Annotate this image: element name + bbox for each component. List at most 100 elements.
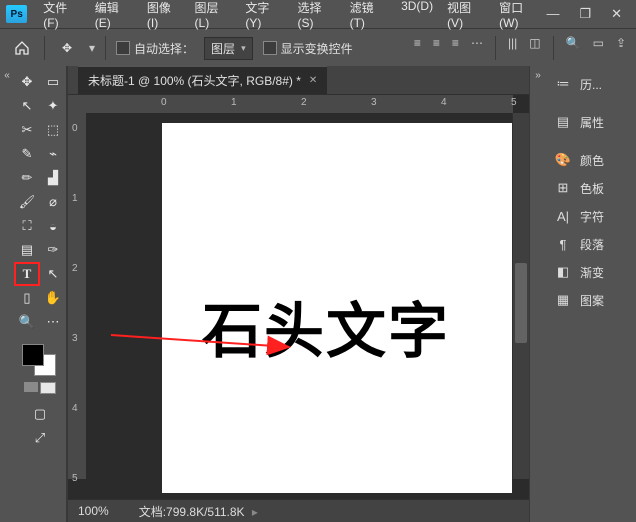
ruler-h-tick: 5	[511, 97, 517, 108]
tool-direct-select[interactable]: ↖	[42, 264, 64, 284]
auto-select-kind-dropdown[interactable]: 图层 ▾	[204, 37, 253, 60]
canvas-text-layer[interactable]: 石头文字	[202, 283, 450, 370]
menu-view[interactable]: 视图(V)	[441, 0, 491, 34]
status-chevron-icon[interactable]: ▸	[252, 505, 258, 519]
tool-magic-wand[interactable]: ✦	[42, 96, 64, 116]
tool-pen[interactable]: ▤	[16, 240, 38, 260]
left-gutter-expand-icon[interactable]: «	[0, 66, 14, 522]
close-tab-icon[interactable]: ✕	[309, 75, 317, 86]
panel-gradient[interactable]: ◧ 渐变	[546, 258, 636, 286]
panel-label: 色板	[580, 180, 604, 197]
menu-image[interactable]: 图像(I)	[141, 0, 187, 34]
tool-frame[interactable]: ⬚	[42, 120, 64, 140]
3d-icon[interactable]: ◫	[529, 36, 540, 60]
zoom-level[interactable]: 100%	[78, 504, 109, 518]
tool-gradient[interactable]: ⛶	[16, 216, 38, 236]
panel-collapse-icon[interactable]: »	[530, 66, 546, 522]
align-bottom-icon[interactable]: ≡	[452, 36, 459, 60]
distribute-h-icon[interactable]: |||	[508, 36, 517, 60]
move-tool-indicator-icon[interactable]: ✥	[55, 36, 79, 60]
menu-filter[interactable]: 滤镜(T)	[344, 0, 393, 34]
ruler-h-tick: 2	[301, 97, 307, 108]
tool-move[interactable]: ✥	[16, 72, 38, 92]
scrollbar-thumb[interactable]	[515, 263, 527, 343]
doc-window-icon[interactable]: ▭	[593, 36, 604, 60]
menu-edit[interactable]: 编辑(E)	[89, 0, 139, 34]
panel-color[interactable]: 🎨 颜色	[546, 146, 636, 174]
panel-dock: ≔ 历... ▤ 属性 🎨 颜色 ⊞ 色板 A| 字符 ¶	[546, 66, 636, 522]
tool-shape[interactable]: ▯	[16, 288, 38, 308]
tool-dodge[interactable]: ◒	[42, 216, 64, 236]
panel-character[interactable]: A| 字符	[546, 202, 636, 230]
tool-crop[interactable]: ✂	[16, 120, 38, 140]
panel-pattern[interactable]: ▦ 图案	[546, 286, 636, 314]
menu-type[interactable]: 文字(Y)	[239, 0, 289, 34]
auto-select-checkbox[interactable]: 自动选择：	[116, 40, 194, 57]
tool-type[interactable]: T	[16, 264, 38, 284]
panel-label: 段落	[580, 236, 604, 253]
tool-pencil[interactable]: ✏	[16, 168, 38, 188]
window-restore-icon[interactable]: ❐	[579, 6, 591, 22]
ruler-vertical: 0 1 2 3 4 5	[68, 113, 86, 479]
document-canvas[interactable]: 石头文字	[162, 123, 512, 493]
history-icon: ≔	[554, 77, 572, 91]
tool-lasso[interactable]: ↖	[16, 96, 38, 116]
show-transform-checkbox[interactable]: 显示变换控件	[263, 40, 353, 57]
auto-select-label: 自动选择：	[134, 40, 194, 57]
menu-layer[interactable]: 图层(L)	[189, 0, 238, 34]
menu-file[interactable]: 文件(F)	[37, 0, 86, 34]
change-screen-mode[interactable]: ▢	[29, 404, 51, 424]
foreground-color[interactable]	[22, 344, 44, 366]
properties-icon: ▤	[554, 115, 572, 129]
character-icon: A|	[554, 209, 572, 223]
tool-path[interactable]: ✑	[42, 240, 64, 260]
share-icon[interactable]: ⇪	[616, 36, 626, 60]
chevron-down-icon: ▾	[241, 43, 246, 54]
tool-eraser[interactable]: ⌀	[42, 192, 64, 212]
tool-healing[interactable]: ⌁	[42, 144, 64, 164]
ruler-h-tick: 4	[441, 97, 447, 108]
app-badge: Ps	[6, 5, 27, 23]
home-icon[interactable]	[10, 36, 34, 60]
toolbox-more[interactable]: ⤢	[29, 428, 51, 448]
show-transform-label: 显示变换控件	[281, 40, 353, 57]
ruler-horizontal: 0 1 2 3 4 5	[86, 95, 513, 113]
panel-label: 渐变	[580, 264, 604, 281]
window-close-icon[interactable]: ✕	[611, 6, 622, 22]
tool-zoom[interactable]: 🔍	[16, 312, 38, 332]
color-icon: 🎨	[554, 153, 572, 167]
document-tab[interactable]: 未标题-1 @ 100% (石头文字, RGB/8#) * ✕	[78, 66, 327, 94]
color-swatches[interactable]	[16, 342, 64, 378]
align-middle-icon[interactable]: ≡	[433, 36, 440, 60]
tool-eyedropper[interactable]: ✎	[16, 144, 38, 164]
tool-brush[interactable]: 🖌	[16, 192, 38, 212]
dropdown-value: 图层	[211, 40, 235, 57]
tool-artboard[interactable]: ▭	[42, 72, 64, 92]
tool-edit-toolbar[interactable]: ⋯	[42, 312, 64, 332]
menu-3d[interactable]: 3D(D)	[395, 0, 439, 34]
paragraph-icon: ¶	[554, 237, 572, 251]
panel-label: 颜色	[580, 152, 604, 169]
more-icon[interactable]: ⋯	[471, 36, 483, 60]
menu-window[interactable]: 窗口(W)	[493, 0, 546, 34]
vertical-scrollbar[interactable]	[512, 113, 529, 479]
panel-paragraph[interactable]: ¶ 段落	[546, 230, 636, 258]
tool-hand[interactable]: ✋	[42, 288, 64, 308]
panel-properties[interactable]: ▤ 属性	[546, 108, 636, 136]
ruler-v-tick: 1	[72, 193, 78, 204]
swatches-icon: ⊞	[554, 181, 572, 195]
tool-clone[interactable]: ▟	[42, 168, 64, 188]
quickmask-icon[interactable]	[24, 382, 38, 392]
document-tab-title: 未标题-1 @ 100% (石头文字, RGB/8#) *	[88, 72, 301, 89]
ruler-h-tick: 0	[161, 97, 167, 108]
panel-history[interactable]: ≔ 历...	[546, 70, 636, 98]
menu-select[interactable]: 选择(S)	[291, 0, 341, 34]
ruler-h-tick: 1	[231, 97, 237, 108]
ruler-v-tick: 0	[72, 123, 78, 134]
window-minimize-icon[interactable]: —	[546, 6, 559, 22]
align-top-icon[interactable]: ≡	[414, 36, 421, 60]
panel-swatches[interactable]: ⊞ 色板	[546, 174, 636, 202]
quick-search-icon[interactable]: 🔍	[566, 36, 581, 60]
panel-label: 属性	[580, 114, 604, 131]
screenmode-icon[interactable]	[40, 382, 56, 394]
